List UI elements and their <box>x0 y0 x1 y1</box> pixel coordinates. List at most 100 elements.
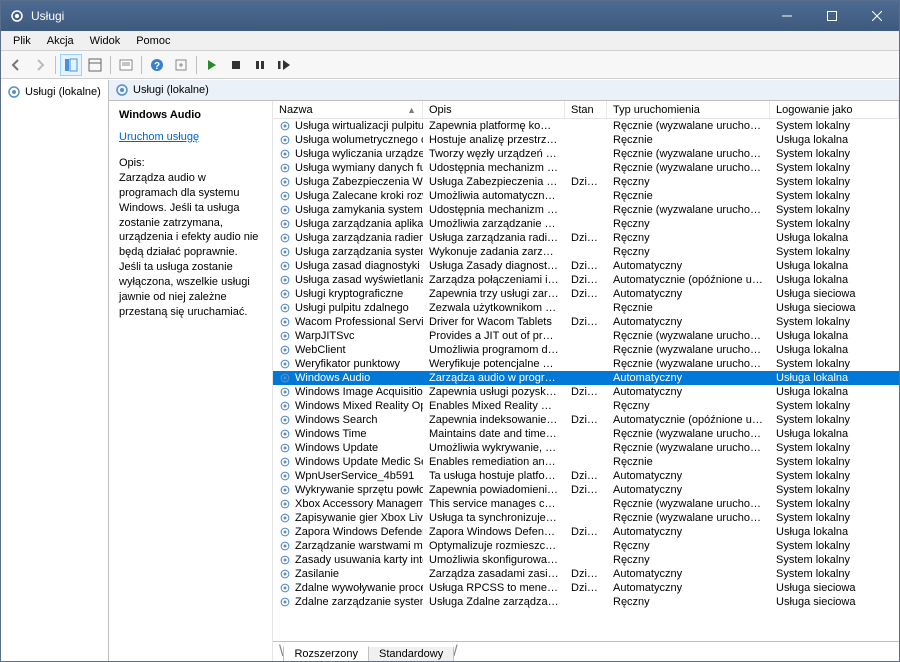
tab-rozszerzony[interactable]: Rozszerzony <box>283 646 369 661</box>
service-row[interactable]: Zarządzanie warstwami magazyno...Optymal… <box>273 539 899 553</box>
cell-opis: Optymalizuje rozmieszczenie ... <box>423 540 565 552</box>
service-row[interactable]: Zdalne wywoływanie procedur (RPC)Usługa … <box>273 581 899 595</box>
cell-nazwa: Zasilanie <box>273 568 423 580</box>
cell-nazwa: Windows Audio <box>273 372 423 384</box>
service-row[interactable]: Wykrywanie sprzętu powłokiZapewnia powia… <box>273 483 899 497</box>
cell-stan: Działa <box>565 274 607 286</box>
cell-log: System lokalny <box>770 120 899 132</box>
nav-tree[interactable]: Usługi (lokalne) <box>1 80 109 661</box>
service-row[interactable]: Windows Mixed Reality OpenXR Ser...Enabl… <box>273 399 899 413</box>
detail-title: Windows Audio <box>119 109 262 121</box>
col-header-start[interactable]: Typ uruchomienia <box>607 101 770 118</box>
start-service-button[interactable] <box>201 54 223 76</box>
service-row[interactable]: Usługa Zalecane kroki rozwiązywan...Umoż… <box>273 189 899 203</box>
service-row[interactable]: Weryfikator punktowyWeryfikuje potencjal… <box>273 357 899 371</box>
cell-start: Automatyczny <box>607 260 770 272</box>
col-header-nazwa[interactable]: Nazwa▲ <box>273 101 423 118</box>
cell-start: Automatyczny <box>607 568 770 580</box>
cell-start: Automatyczny <box>607 526 770 538</box>
service-row[interactable]: Usługa zasad wyświetlaniaZarządza połącz… <box>273 273 899 287</box>
cell-opis: Wykonuje zadania zarządzania... <box>423 246 565 258</box>
nav-forward-button[interactable] <box>29 54 51 76</box>
pause-service-button[interactable] <box>249 54 271 76</box>
close-button[interactable] <box>854 1 899 31</box>
cell-log: Usługa lokalna <box>770 372 899 384</box>
right-pane-header: Usługi (lokalne) <box>109 80 899 101</box>
cell-nazwa: Usługa zasad diagnostyki <box>273 260 423 272</box>
cell-opis: Umożliwia wykrywanie, pobier... <box>423 442 565 454</box>
service-row[interactable]: Xbox Accessory Management ServiceThis se… <box>273 497 899 511</box>
cell-nazwa: Windows Time <box>273 428 423 440</box>
cell-opis: Umożliwia skonfigurowanie s... <box>423 554 565 566</box>
cell-log: System lokalny <box>770 414 899 426</box>
service-row[interactable]: Usługi pulpitu zdalnegoZezwala użytkowni… <box>273 301 899 315</box>
help-button[interactable]: ? <box>146 54 168 76</box>
cell-opis: Provides a JIT out of process s... <box>423 330 565 342</box>
service-row[interactable]: Usługa zarządzania aplikacjami w pr...Um… <box>273 217 899 231</box>
cell-start: Automatyczny <box>607 316 770 328</box>
services-list[interactable]: Usługa wirtualizacji pulpitu zdalneg...Z… <box>273 119 899 641</box>
stop-service-button[interactable] <box>225 54 247 76</box>
service-row[interactable]: Zasady usuwania karty inteligentnejUmożl… <box>273 553 899 567</box>
service-row[interactable]: Windows TimeMaintains date and time sync… <box>273 427 899 441</box>
service-row[interactable]: WarpJITSvcProvides a JIT out of process … <box>273 329 899 343</box>
export-button[interactable] <box>170 54 192 76</box>
cell-log: Usługa lokalna <box>770 386 899 398</box>
list-header[interactable]: Nazwa▲ Opis Stan Typ uruchomienia Logowa… <box>273 101 899 119</box>
service-row[interactable]: Usługa wirtualizacji pulpitu zdalneg...Z… <box>273 119 899 133</box>
service-row[interactable]: Windows Image Acquisition (WIA)Zapewnia … <box>273 385 899 399</box>
tree-root-item[interactable]: Usługi (lokalne) <box>5 84 104 100</box>
service-row[interactable]: Wacom Professional ServiceDriver for Wac… <box>273 315 899 329</box>
service-row[interactable]: Usługa wolumetrycznego cieniowa...Hostuj… <box>273 133 899 147</box>
service-row[interactable]: Windows UpdateUmożliwia wykrywanie, pobi… <box>273 441 899 455</box>
service-row[interactable]: Usługa zamykania systemu gościa f...Udos… <box>273 203 899 217</box>
cell-start: Ręcznie (wyzwalane uruchomienie) <box>607 442 770 454</box>
nav-back-button[interactable] <box>5 54 27 76</box>
cell-stan: Działa <box>565 288 607 300</box>
service-row[interactable]: Windows AudioZarządza audio w programach… <box>273 371 899 385</box>
col-header-log[interactable]: Logowanie jako <box>770 101 899 118</box>
cell-start: Ręcznie (wyzwalane uruchomienie) <box>607 358 770 370</box>
service-row[interactable]: Usługa Zabezpieczenia WindowsUsługa Zabe… <box>273 175 899 189</box>
col-header-stan[interactable]: Stan <box>565 101 607 118</box>
cell-start: Automatyczny <box>607 582 770 594</box>
show-tree-button[interactable] <box>60 54 82 76</box>
menu-akcja[interactable]: Akcja <box>39 33 82 49</box>
service-row[interactable]: Usługa zarządzania systemu Windo...Wykon… <box>273 245 899 259</box>
service-row[interactable]: Usługa wymiany danych funkcji Hy...Udost… <box>273 161 899 175</box>
panel-button[interactable] <box>84 54 106 76</box>
maximize-button[interactable] <box>809 1 854 31</box>
service-row[interactable]: ZasilanieZarządza zasadami zasilania i .… <box>273 567 899 581</box>
properties-button[interactable] <box>115 54 137 76</box>
cell-nazwa: Windows Search <box>273 414 423 426</box>
menu-plik[interactable]: Plik <box>5 33 39 49</box>
cell-log: System lokalny <box>770 190 899 202</box>
service-row[interactable]: Zdalne zarządzanie systemem Wind...Usług… <box>273 595 899 609</box>
service-row[interactable]: Usługa zasad diagnostykiUsługa Zasady di… <box>273 259 899 273</box>
col-header-opis[interactable]: Opis <box>423 101 565 118</box>
tab-standardowy[interactable]: Standardowy <box>368 647 454 661</box>
cell-start: Ręcznie <box>607 134 770 146</box>
cell-log: Usługa lokalna <box>770 344 899 356</box>
cell-nazwa: Usługi kryptograficzne <box>273 288 423 300</box>
minimize-button[interactable] <box>764 1 809 31</box>
cell-nazwa: Windows Mixed Reality OpenXR Ser... <box>273 400 423 412</box>
service-row[interactable]: Usługa zarządzania radiemUsługa zarządza… <box>273 231 899 245</box>
service-row[interactable]: Usługi kryptograficzneZapewnia trzy usłu… <box>273 287 899 301</box>
cell-start: Ręczny <box>607 176 770 188</box>
service-row[interactable]: WebClientUmożliwia programom dla sys...R… <box>273 343 899 357</box>
service-row[interactable]: Zapisywanie gier Xbox LiveUsługa ta sync… <box>273 511 899 525</box>
service-row[interactable]: Usługa wyliczania urządzeń karty int...T… <box>273 147 899 161</box>
cell-log: Usługa lokalna <box>770 260 899 272</box>
service-row[interactable]: WpnUserService_4b591Ta usługa hostuje pl… <box>273 469 899 483</box>
restart-service-button[interactable] <box>273 54 295 76</box>
service-row[interactable]: Windows SearchZapewnia indeksowanie zawa… <box>273 413 899 427</box>
start-service-link[interactable]: Uruchom usługę <box>119 131 262 143</box>
service-row[interactable]: Windows Update Medic ServiceEnables reme… <box>273 455 899 469</box>
cell-nazwa: WarpJITSvc <box>273 330 423 342</box>
cell-nazwa: Usługa zarządzania aplikacjami w pr... <box>273 218 423 230</box>
menu-widok[interactable]: Widok <box>82 33 129 49</box>
menu-pomoc[interactable]: Pomoc <box>128 33 178 49</box>
service-row[interactable]: Zapora Windows DefenderZapora Windows De… <box>273 525 899 539</box>
cell-start: Automatyczny <box>607 484 770 496</box>
